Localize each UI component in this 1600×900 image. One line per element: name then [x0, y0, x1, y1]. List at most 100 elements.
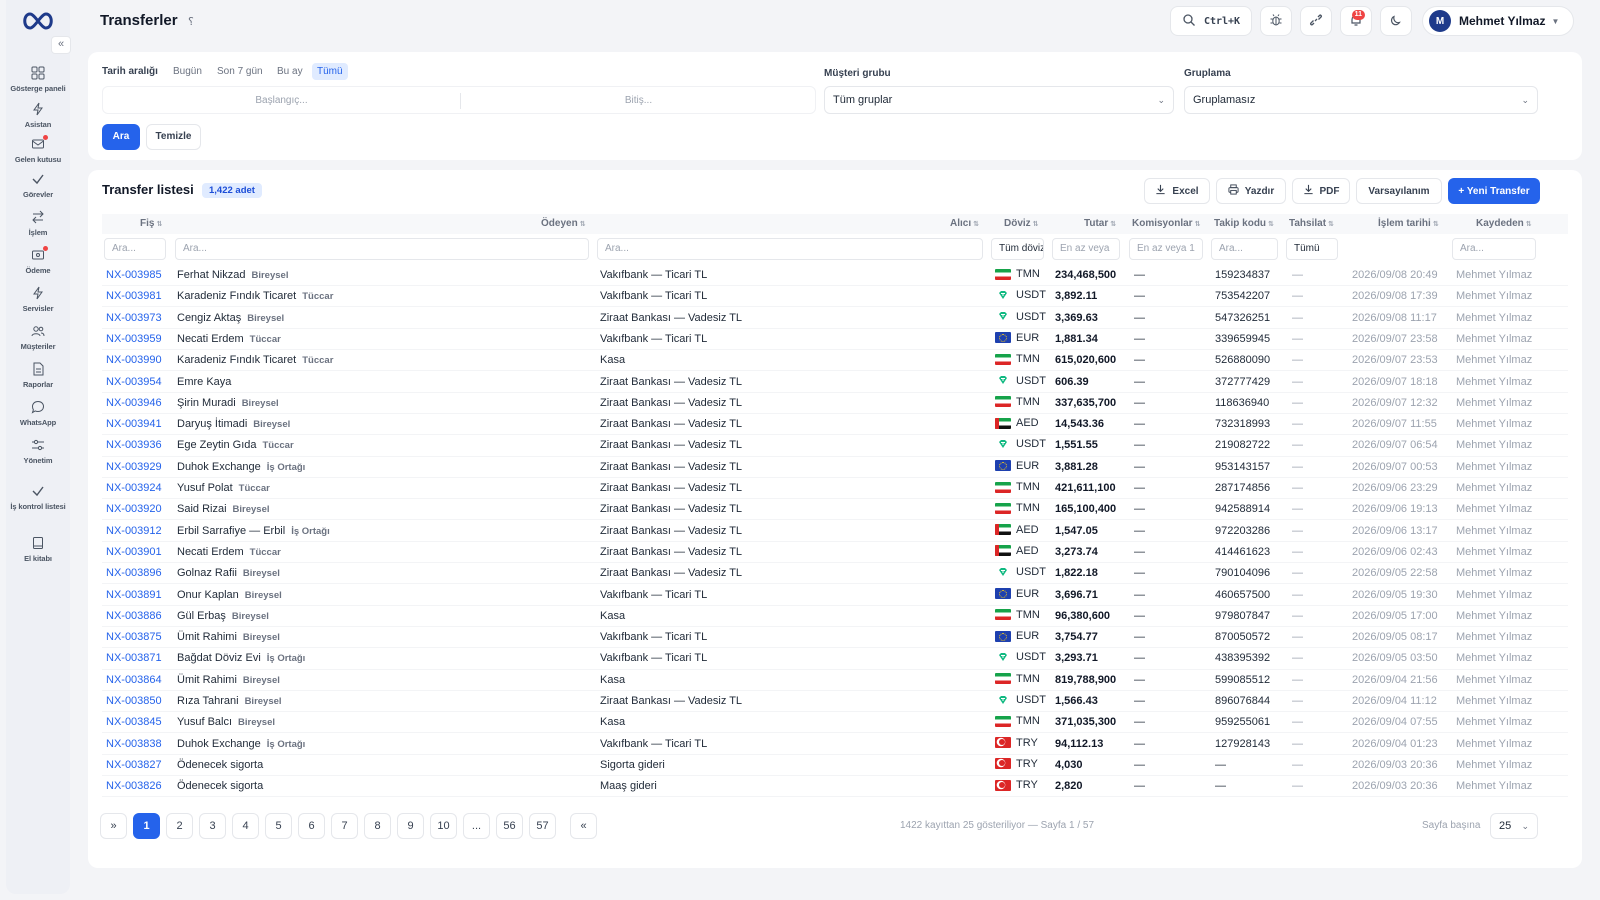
- filter-receiver-input[interactable]: Ara...: [597, 238, 983, 260]
- fis-link[interactable]: NX-003827: [106, 759, 162, 771]
- fis-link[interactable]: NX-003990: [106, 354, 162, 366]
- fis-link[interactable]: NX-003850: [106, 695, 162, 707]
- debug-button[interactable]: [1260, 6, 1292, 36]
- pagination-page-button[interactable]: 56: [496, 813, 523, 839]
- table-row[interactable]: NX-003886 Gül Erbaş Bireysel Kasa TMN 96,380,…: [102, 606, 1568, 627]
- default-view-button[interactable]: Varsayılanım: [1356, 178, 1442, 204]
- link-button[interactable]: [1300, 6, 1332, 36]
- excel-export-button[interactable]: Excel: [1144, 178, 1210, 204]
- new-transfer-button[interactable]: + Yeni Transfer: [1448, 178, 1540, 204]
- table-row[interactable]: NX-003850 Rıza Tahrani Bireysel Ziraat Bank…: [102, 691, 1568, 713]
- pagination-page-button[interactable]: 9: [397, 813, 424, 839]
- pagination-page-button[interactable]: 1: [133, 813, 160, 839]
- chip-this-month[interactable]: Bu ay: [272, 63, 308, 80]
- col-header-collection[interactable]: Tahsilat ⇅: [1289, 218, 1334, 229]
- clear-button[interactable]: Temizle: [146, 124, 201, 150]
- filter-payer-input[interactable]: Ara...: [175, 238, 589, 260]
- theme-toggle-button[interactable]: [1380, 6, 1412, 36]
- col-header-currency[interactable]: Döviz ⇅: [1004, 218, 1039, 229]
- table-row[interactable]: NX-003990 Karadeniz Fındık Ticaret Tüccar K…: [102, 350, 1568, 372]
- table-row[interactable]: NX-003875 Ümit Rahimi Bireysel Vakıfbank — …: [102, 627, 1568, 649]
- col-header-recorded-by[interactable]: Kaydeden ⇅: [1476, 218, 1532, 229]
- fis-link[interactable]: NX-003959: [106, 333, 162, 345]
- col-header-commissions[interactable]: Komisyonlar ⇅: [1132, 218, 1200, 229]
- col-header-receiver[interactable]: Alıcı ⇅: [950, 218, 979, 229]
- pagination-page-button[interactable]: 57: [529, 813, 556, 839]
- table-row[interactable]: NX-003985 Ferhat Nikzad Bireysel Vakıfbank …: [102, 265, 1568, 287]
- sidebar-item-inbox[interactable]: Gelen kutusu: [6, 135, 70, 165]
- sidebar-item-checklist[interactable]: İş kontrol listesi: [6, 484, 70, 512]
- fis-link[interactable]: NX-003838: [106, 738, 162, 750]
- fis-link[interactable]: NX-003912: [106, 525, 162, 537]
- fis-link[interactable]: NX-003981: [106, 290, 162, 302]
- pagination-page-button[interactable]: 7: [331, 813, 358, 839]
- pagination-page-button[interactable]: 3: [199, 813, 226, 839]
- table-row[interactable]: NX-003973 Cengiz Aktaş Bireysel Ziraat Bank…: [102, 308, 1568, 329]
- per-page-select[interactable]: 25 ⌄: [1490, 813, 1538, 839]
- filter-fis-input[interactable]: Ara...: [104, 238, 166, 260]
- sidebar-item-services[interactable]: Servisler: [6, 286, 70, 314]
- pagination-last-button[interactable]: «: [570, 813, 597, 839]
- fis-link[interactable]: NX-003946: [106, 397, 162, 409]
- fis-link[interactable]: NX-003941: [106, 418, 162, 430]
- pagination-first-button[interactable]: »: [100, 813, 127, 839]
- table-row[interactable]: NX-003838 Duhok Exchange İş Ortağı Vakıfban…: [102, 734, 1568, 755]
- sidebar-item-handbook[interactable]: El kitabı: [6, 536, 70, 564]
- table-row[interactable]: NX-003959 Necati Erdem Tüccar Vakıfbank — T…: [102, 329, 1568, 351]
- infinity-logo-icon[interactable]: [20, 10, 56, 32]
- col-header-payer[interactable]: Ödeyen ⇅: [541, 218, 586, 229]
- fis-link[interactable]: NX-003826: [106, 780, 162, 792]
- col-header-date[interactable]: İşlem tarihi ⇅: [1378, 218, 1439, 229]
- pagination-page-button[interactable]: 10: [430, 813, 457, 839]
- pagination-page-button[interactable]: 5: [265, 813, 292, 839]
- pin-icon[interactable]: ⸮: [188, 15, 194, 28]
- chip-all[interactable]: Tümü: [312, 63, 348, 80]
- customer-group-select[interactable]: Tüm gruplar ⌄: [824, 86, 1174, 114]
- sidebar-item-reports[interactable]: Raporlar: [6, 362, 70, 390]
- end-date-input[interactable]: Bitiş...: [460, 87, 817, 115]
- filter-recorded-by-input[interactable]: Ara...: [1452, 238, 1536, 260]
- print-button[interactable]: Yazdır: [1216, 178, 1286, 204]
- start-date-input[interactable]: Başlangıç...: [103, 87, 460, 115]
- fis-link[interactable]: NX-003875: [106, 631, 162, 643]
- sidebar-item-management[interactable]: Yönetim: [6, 438, 70, 466]
- search-button[interactable]: Ara: [102, 124, 140, 150]
- table-row[interactable]: NX-003871 Bağdat Döviz Evi İş Ortağı Vakıfb…: [102, 648, 1568, 670]
- fis-link[interactable]: NX-003973: [106, 312, 162, 324]
- pagination-page-button[interactable]: 8: [364, 813, 391, 839]
- fis-link[interactable]: NX-003901: [106, 546, 162, 558]
- pdf-export-button[interactable]: PDF: [1292, 178, 1350, 204]
- table-row[interactable]: NX-003901 Necati Erdem Tüccar Ziraat Bankas…: [102, 542, 1568, 564]
- notifications-button[interactable]: 11: [1340, 6, 1372, 36]
- collapse-sidebar-button[interactable]: «: [51, 36, 71, 54]
- pagination-page-button[interactable]: 2: [166, 813, 193, 839]
- col-header-amount[interactable]: Tutar ⇅: [1084, 218, 1116, 229]
- table-row[interactable]: NX-003981 Karadeniz Fındık Ticaret Tüccar V…: [102, 286, 1568, 308]
- table-row[interactable]: NX-003946 Şirin Muradi Bireysel Ziraat Bank…: [102, 393, 1568, 414]
- fis-link[interactable]: NX-003864: [106, 674, 162, 686]
- pagination-page-button[interactable]: 4: [232, 813, 259, 839]
- sidebar-item-payment[interactable]: Ödeme: [6, 246, 70, 276]
- table-row[interactable]: NX-003920 Said Rizai Bireysel Ziraat Bankas…: [102, 499, 1568, 521]
- col-header-tracking-code[interactable]: Takip kodu ⇅: [1214, 218, 1274, 229]
- filter-commission-input[interactable]: En az veya 1: [1129, 238, 1203, 260]
- chip-today[interactable]: Bugün: [168, 63, 207, 80]
- sidebar-item-customers[interactable]: Müşteriler: [6, 324, 70, 352]
- fis-link[interactable]: NX-003936: [106, 439, 162, 451]
- table-row[interactable]: NX-003936 Ege Zeytin Gıda Tüccar Ziraat Ban…: [102, 435, 1568, 457]
- table-row[interactable]: NX-003896 Golnaz Rafii Bireysel Ziraat Bank…: [102, 563, 1568, 585]
- table-row[interactable]: NX-003864 Ümit Rahimi Bireysel Kasa TMN 819,7…: [102, 670, 1568, 691]
- filter-amount-input[interactable]: En az veya: [1052, 238, 1120, 260]
- fis-link[interactable]: NX-003886: [106, 610, 162, 622]
- fis-link[interactable]: NX-003985: [106, 269, 162, 281]
- table-row[interactable]: NX-003826 Ödenecek sigorta Maaş gideri TRY 2…: [102, 776, 1568, 798]
- fis-link[interactable]: NX-003954: [106, 376, 162, 388]
- fis-link[interactable]: NX-003896: [106, 567, 162, 579]
- table-row[interactable]: NX-003954 Emre Kaya Ziraat Bankası — Vades…: [102, 372, 1568, 393]
- fis-link[interactable]: NX-003871: [106, 652, 162, 664]
- table-row[interactable]: NX-003929 Duhok Exchange İş Ortağı Ziraat B…: [102, 457, 1568, 478]
- pagination-page-button[interactable]: 6: [298, 813, 325, 839]
- sidebar-item-transaction[interactable]: İşlem: [6, 210, 70, 238]
- table-row[interactable]: NX-003912 Erbil Sarrafiye — Erbil İş Ortağ…: [102, 521, 1568, 542]
- command-search-button[interactable]: Ctrl+K: [1170, 6, 1252, 36]
